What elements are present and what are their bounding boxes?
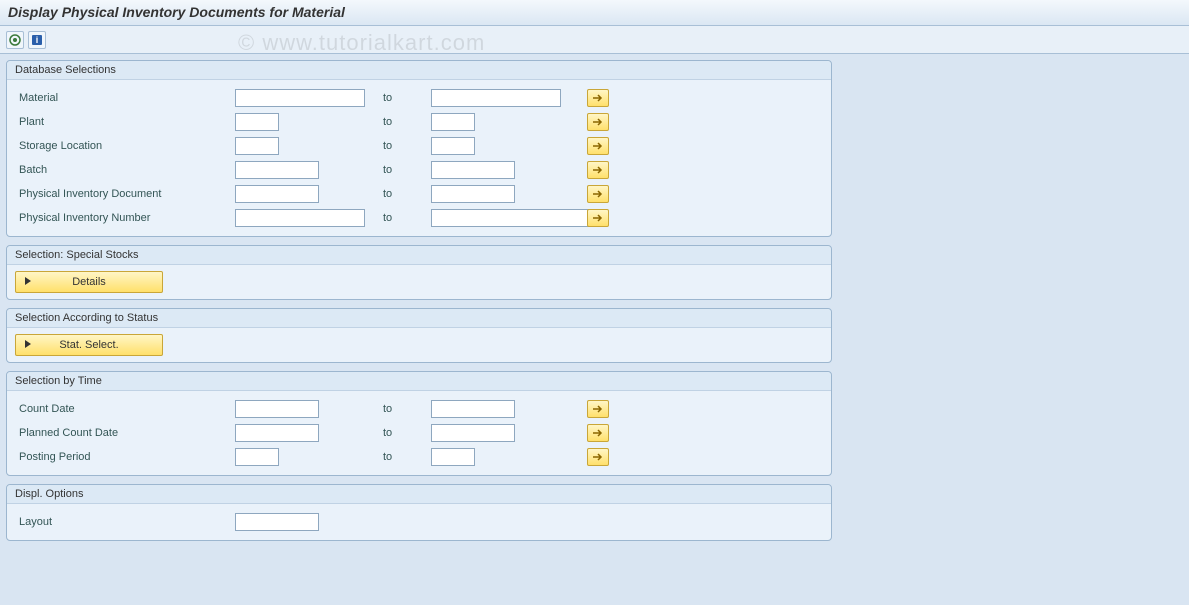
count-date-to-input[interactable]	[431, 400, 515, 418]
group-title: Selection: Special Stocks	[7, 246, 831, 265]
label-phys-inv-doc: Physical Inventory Document	[15, 188, 235, 200]
info-icon[interactable]: i	[28, 31, 46, 49]
toolbar: i	[0, 26, 1189, 54]
multiple-selection-button[interactable]	[587, 448, 609, 466]
group-title: Selection According to Status	[7, 309, 831, 328]
row-planned-count-date: Planned Count Date to	[15, 421, 823, 445]
group-database-selections: Database Selections Material to Plant to…	[6, 60, 832, 237]
material-from-input[interactable]	[235, 89, 365, 107]
page-title: Display Physical Inventory Documents for…	[0, 0, 1189, 26]
row-phys-inv-doc: Physical Inventory Document to	[15, 182, 823, 206]
row-plant: Plant to	[15, 110, 823, 134]
to-label: to	[383, 188, 431, 200]
phys-inv-doc-from-input[interactable]	[235, 185, 319, 203]
stat-select-button[interactable]: Stat. Select.	[15, 334, 163, 356]
material-to-input[interactable]	[431, 89, 561, 107]
group-title: Displ. Options	[7, 485, 831, 504]
to-label: to	[383, 427, 431, 439]
row-layout: Layout	[15, 510, 823, 534]
label-layout: Layout	[15, 516, 235, 528]
execute-icon[interactable]	[6, 31, 24, 49]
planned-count-date-from-input[interactable]	[235, 424, 319, 442]
group-status: Selection According to Status Stat. Sele…	[6, 308, 832, 363]
group-title: Selection by Time	[7, 372, 831, 391]
layout-input[interactable]	[235, 513, 319, 531]
row-material: Material to	[15, 86, 823, 110]
label-storage-location: Storage Location	[15, 140, 235, 152]
to-label: to	[383, 116, 431, 128]
multiple-selection-button[interactable]	[587, 185, 609, 203]
storage-location-to-input[interactable]	[431, 137, 475, 155]
to-label: to	[383, 140, 431, 152]
planned-count-date-to-input[interactable]	[431, 424, 515, 442]
phys-inv-num-to-input[interactable]	[431, 209, 601, 227]
to-label: to	[383, 212, 431, 224]
batch-to-input[interactable]	[431, 161, 515, 179]
posting-period-to-input[interactable]	[431, 448, 475, 466]
label-material: Material	[15, 92, 235, 104]
svg-text:i: i	[36, 35, 39, 45]
to-label: to	[383, 403, 431, 415]
label-posting-period: Posting Period	[15, 451, 235, 463]
label-plant: Plant	[15, 116, 235, 128]
button-label: Details	[72, 276, 106, 288]
posting-period-from-input[interactable]	[235, 448, 279, 466]
group-time: Selection by Time Count Date to Planned …	[6, 371, 832, 476]
group-display-options: Displ. Options Layout	[6, 484, 832, 541]
triangle-right-icon	[24, 276, 32, 289]
to-label: to	[383, 92, 431, 104]
storage-location-from-input[interactable]	[235, 137, 279, 155]
group-special-stocks: Selection: Special Stocks Details	[6, 245, 832, 300]
multiple-selection-button[interactable]	[587, 137, 609, 155]
multiple-selection-button[interactable]	[587, 89, 609, 107]
details-button[interactable]: Details	[15, 271, 163, 293]
plant-to-input[interactable]	[431, 113, 475, 131]
row-batch: Batch to	[15, 158, 823, 182]
row-storage-location: Storage Location to	[15, 134, 823, 158]
count-date-from-input[interactable]	[235, 400, 319, 418]
phys-inv-num-from-input[interactable]	[235, 209, 365, 227]
label-count-date: Count Date	[15, 403, 235, 415]
label-planned-count-date: Planned Count Date	[15, 427, 235, 439]
content-area: Database Selections Material to Plant to…	[0, 54, 1189, 555]
multiple-selection-button[interactable]	[587, 113, 609, 131]
label-phys-inv-num: Physical Inventory Number	[15, 212, 235, 224]
multiple-selection-button[interactable]	[587, 400, 609, 418]
label-batch: Batch	[15, 164, 235, 176]
batch-from-input[interactable]	[235, 161, 319, 179]
row-count-date: Count Date to	[15, 397, 823, 421]
plant-from-input[interactable]	[235, 113, 279, 131]
multiple-selection-button[interactable]	[587, 424, 609, 442]
row-posting-period: Posting Period to	[15, 445, 823, 469]
button-label: Stat. Select.	[59, 339, 118, 351]
to-label: to	[383, 164, 431, 176]
to-label: to	[383, 451, 431, 463]
multiple-selection-button[interactable]	[587, 209, 609, 227]
multiple-selection-button[interactable]	[587, 161, 609, 179]
phys-inv-doc-to-input[interactable]	[431, 185, 515, 203]
triangle-right-icon	[24, 339, 32, 352]
row-phys-inv-num: Physical Inventory Number to	[15, 206, 823, 230]
group-title: Database Selections	[7, 61, 831, 80]
